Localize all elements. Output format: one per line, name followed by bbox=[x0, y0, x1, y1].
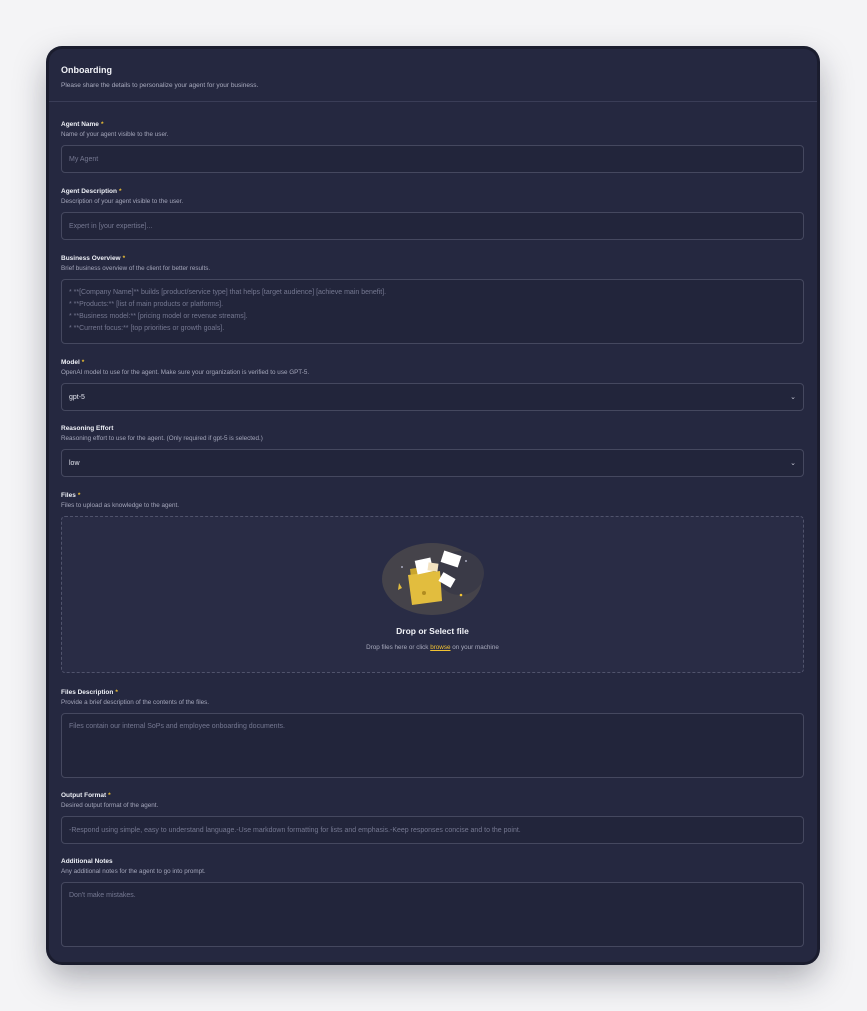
agent-name-label: Agent Name * bbox=[61, 121, 104, 128]
model-label: Model * bbox=[61, 359, 85, 366]
dropzone-hint: Drop files here or click browse on your … bbox=[366, 644, 499, 651]
agent-description-field: Agent Description * Description of your a… bbox=[61, 187, 806, 240]
output-format-help: Desired output format of the agent. bbox=[61, 802, 159, 809]
required-marker: * bbox=[100, 121, 104, 128]
model-select[interactable]: gpt-5 ⌄ bbox=[61, 383, 804, 411]
reasoning-effort-field: Reasoning Effort Reasoning effort to use… bbox=[61, 424, 806, 477]
files-description-textarea[interactable]: Files contain our internal SoPs and empl… bbox=[61, 713, 804, 778]
files-field: Files * Files to upload as knowledge to t… bbox=[61, 491, 806, 673]
files-description-field: Files Description * Provide a brief descr… bbox=[61, 688, 806, 778]
agent-description-help: Description of your agent visible to the… bbox=[61, 198, 184, 205]
agent-name-input[interactable]: My Agent bbox=[61, 145, 804, 173]
business-overview-help: Brief business overview of the client fo… bbox=[61, 265, 211, 272]
folder-upload-icon bbox=[382, 543, 484, 615]
reasoning-effort-help: Reasoning effort to use for the agent. (… bbox=[61, 435, 263, 442]
additional-notes-label: Additional Notes bbox=[61, 858, 113, 865]
onboarding-card: Onboarding Please share the details to p… bbox=[48, 48, 818, 963]
browse-link[interactable]: browse bbox=[430, 644, 450, 651]
required-marker: * bbox=[77, 492, 81, 499]
file-dropzone[interactable]: Drop or Select file Drop files here or c… bbox=[61, 516, 804, 673]
chevron-down-icon: ⌄ bbox=[790, 394, 796, 401]
files-description-placeholder: Files contain our internal SoPs and empl… bbox=[69, 723, 285, 730]
model-select-value: gpt-5 bbox=[69, 393, 85, 401]
required-marker: * bbox=[81, 359, 85, 366]
reasoning-effort-label: Reasoning Effort bbox=[61, 425, 114, 432]
business-overview-label: Business Overview * bbox=[61, 255, 126, 262]
business-overview-placeholder-line: * **Products:** [list of main products o… bbox=[69, 301, 224, 308]
business-overview-textarea[interactable]: * **[Company Name]** builds [product/ser… bbox=[61, 279, 804, 344]
additional-notes-textarea[interactable]: Don't make mistakes. bbox=[61, 882, 804, 947]
additional-notes-placeholder: Don't make mistakes. bbox=[69, 892, 136, 899]
output-format-field: Output Format * Desired output format of … bbox=[61, 791, 806, 844]
chevron-down-icon: ⌄ bbox=[790, 460, 796, 467]
agent-description-input[interactable]: Expert in [your expertise]... bbox=[61, 212, 804, 240]
business-overview-placeholder-line: * **[Company Name]** builds [product/ser… bbox=[69, 289, 387, 296]
business-overview-field: Business Overview * Brief business overvi… bbox=[61, 254, 806, 344]
required-marker: * bbox=[118, 188, 122, 195]
page-subtitle: Please share the details to personalize … bbox=[61, 82, 259, 89]
agent-name-field: Agent Name * Name of your agent visible t… bbox=[61, 120, 806, 173]
card-header: Onboarding Please share the details to p… bbox=[49, 49, 817, 102]
files-description-help: Provide a brief description of the conte… bbox=[61, 699, 210, 706]
reasoning-effort-select[interactable]: low ⌄ bbox=[61, 449, 804, 477]
agent-name-help: Name of your agent visible to the user. bbox=[61, 131, 169, 138]
agent-name-placeholder: My Agent bbox=[69, 155, 99, 163]
additional-notes-field: Additional Notes Any additional notes fo… bbox=[61, 857, 806, 947]
files-description-label: Files Description * bbox=[61, 689, 118, 696]
reasoning-effort-select-value: low bbox=[69, 459, 80, 467]
additional-notes-help: Any additional notes for the agent to go… bbox=[61, 868, 206, 875]
output-format-label: Output Format * bbox=[61, 792, 111, 799]
files-label: Files * bbox=[61, 492, 81, 499]
required-marker: * bbox=[115, 689, 118, 696]
model-help: OpenAI model to use for the agent. Make … bbox=[61, 369, 310, 376]
dropzone-title: Drop or Select file bbox=[396, 626, 469, 636]
required-marker: * bbox=[122, 255, 126, 262]
business-overview-placeholder-line: * **Business model:** [pricing model or … bbox=[69, 313, 248, 320]
business-overview-placeholder-line: * **Current focus:** [top priorities or … bbox=[69, 325, 225, 332]
agent-description-placeholder: Expert in [your expertise]... bbox=[69, 222, 153, 230]
agent-description-label: Agent Description * bbox=[61, 188, 122, 195]
model-field: Model * OpenAI model to use for the agent… bbox=[61, 358, 806, 411]
files-help: Files to upload as knowledge to the agen… bbox=[61, 502, 179, 509]
page-title: Onboarding bbox=[61, 65, 112, 75]
required-marker: * bbox=[108, 792, 111, 799]
output-format-placeholder: -Respond using simple, easy to understan… bbox=[69, 826, 521, 834]
output-format-input[interactable]: -Respond using simple, easy to understan… bbox=[61, 816, 804, 844]
